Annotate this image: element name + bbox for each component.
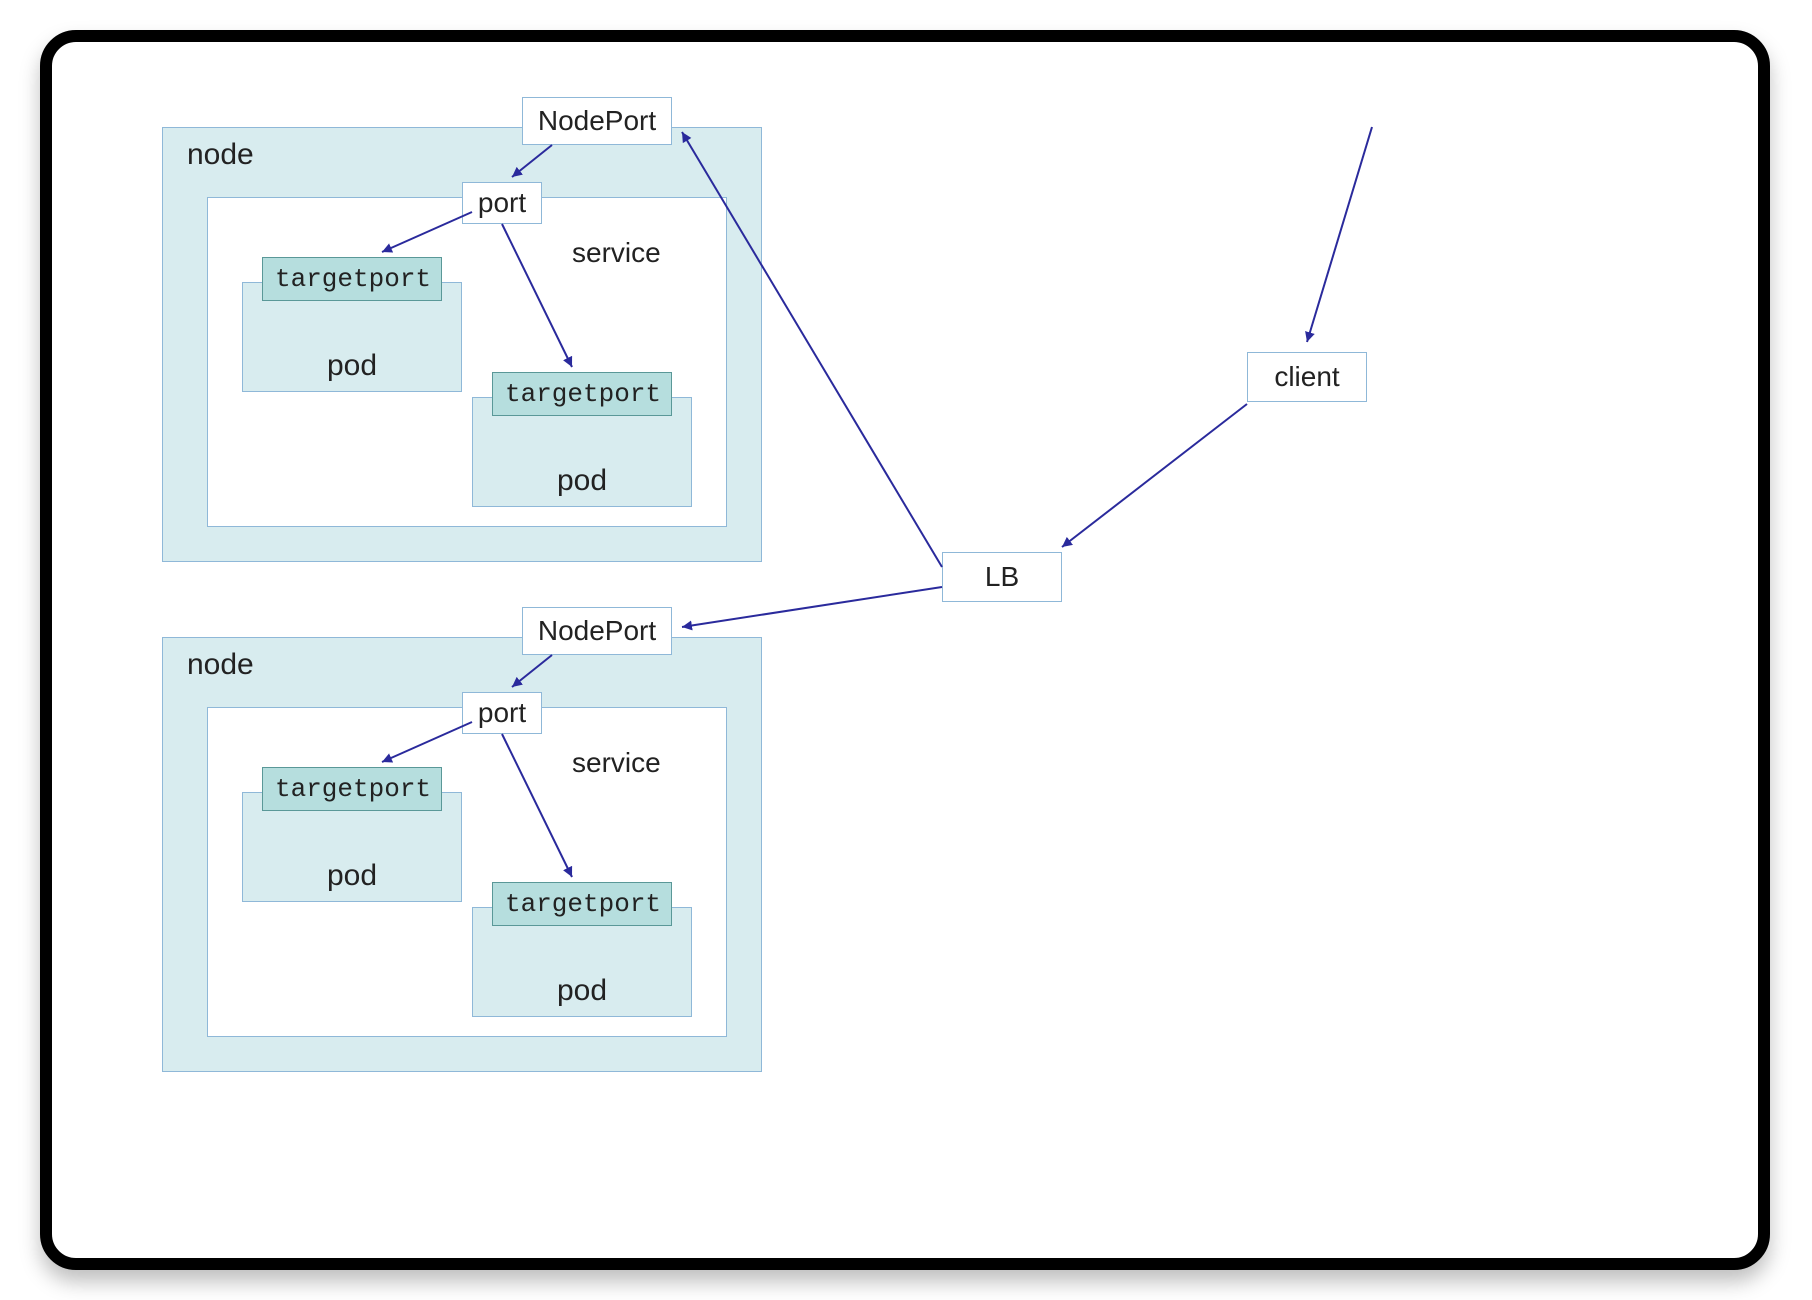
- port-2-label: port: [478, 697, 526, 729]
- targetport-1a-box: targetport: [262, 257, 442, 301]
- nodeport-2-box: NodePort: [522, 607, 672, 655]
- arrow-external-to-client: [1307, 127, 1372, 342]
- pod-1b-label: pod: [557, 464, 607, 498]
- service-2-label: service: [572, 747, 661, 779]
- targetport-2b-label: targetport: [505, 889, 661, 919]
- arrow-client-to-lb: [1062, 404, 1247, 547]
- service-1-label: service: [572, 237, 661, 269]
- client-box: client: [1247, 352, 1367, 402]
- targetport-2a-box: targetport: [262, 767, 442, 811]
- diagram-frame: node service pod targetport pod targetpo…: [40, 30, 1770, 1270]
- nodeport-1-box: NodePort: [522, 97, 672, 145]
- pod-2b-label: pod: [557, 974, 607, 1008]
- diagram-canvas: node service pod targetport pod targetpo…: [52, 42, 1758, 1258]
- port-2-box: port: [462, 692, 542, 734]
- pod-1a-label: pod: [327, 349, 377, 383]
- targetport-1b-label: targetport: [505, 379, 661, 409]
- client-label: client: [1274, 361, 1339, 393]
- lb-label: LB: [985, 561, 1019, 593]
- node-2-label: node: [187, 648, 254, 682]
- targetport-1a-label: targetport: [275, 264, 431, 294]
- targetport-2a-label: targetport: [275, 774, 431, 804]
- port-1-box: port: [462, 182, 542, 224]
- nodeport-1-label: NodePort: [538, 105, 656, 137]
- arrow-lb-to-nodeport2: [682, 587, 942, 627]
- port-1-label: port: [478, 187, 526, 219]
- lb-box: LB: [942, 552, 1062, 602]
- node-1-label: node: [187, 138, 254, 172]
- pod-2a-label: pod: [327, 859, 377, 893]
- targetport-1b-box: targetport: [492, 372, 672, 416]
- nodeport-2-label: NodePort: [538, 615, 656, 647]
- targetport-2b-box: targetport: [492, 882, 672, 926]
